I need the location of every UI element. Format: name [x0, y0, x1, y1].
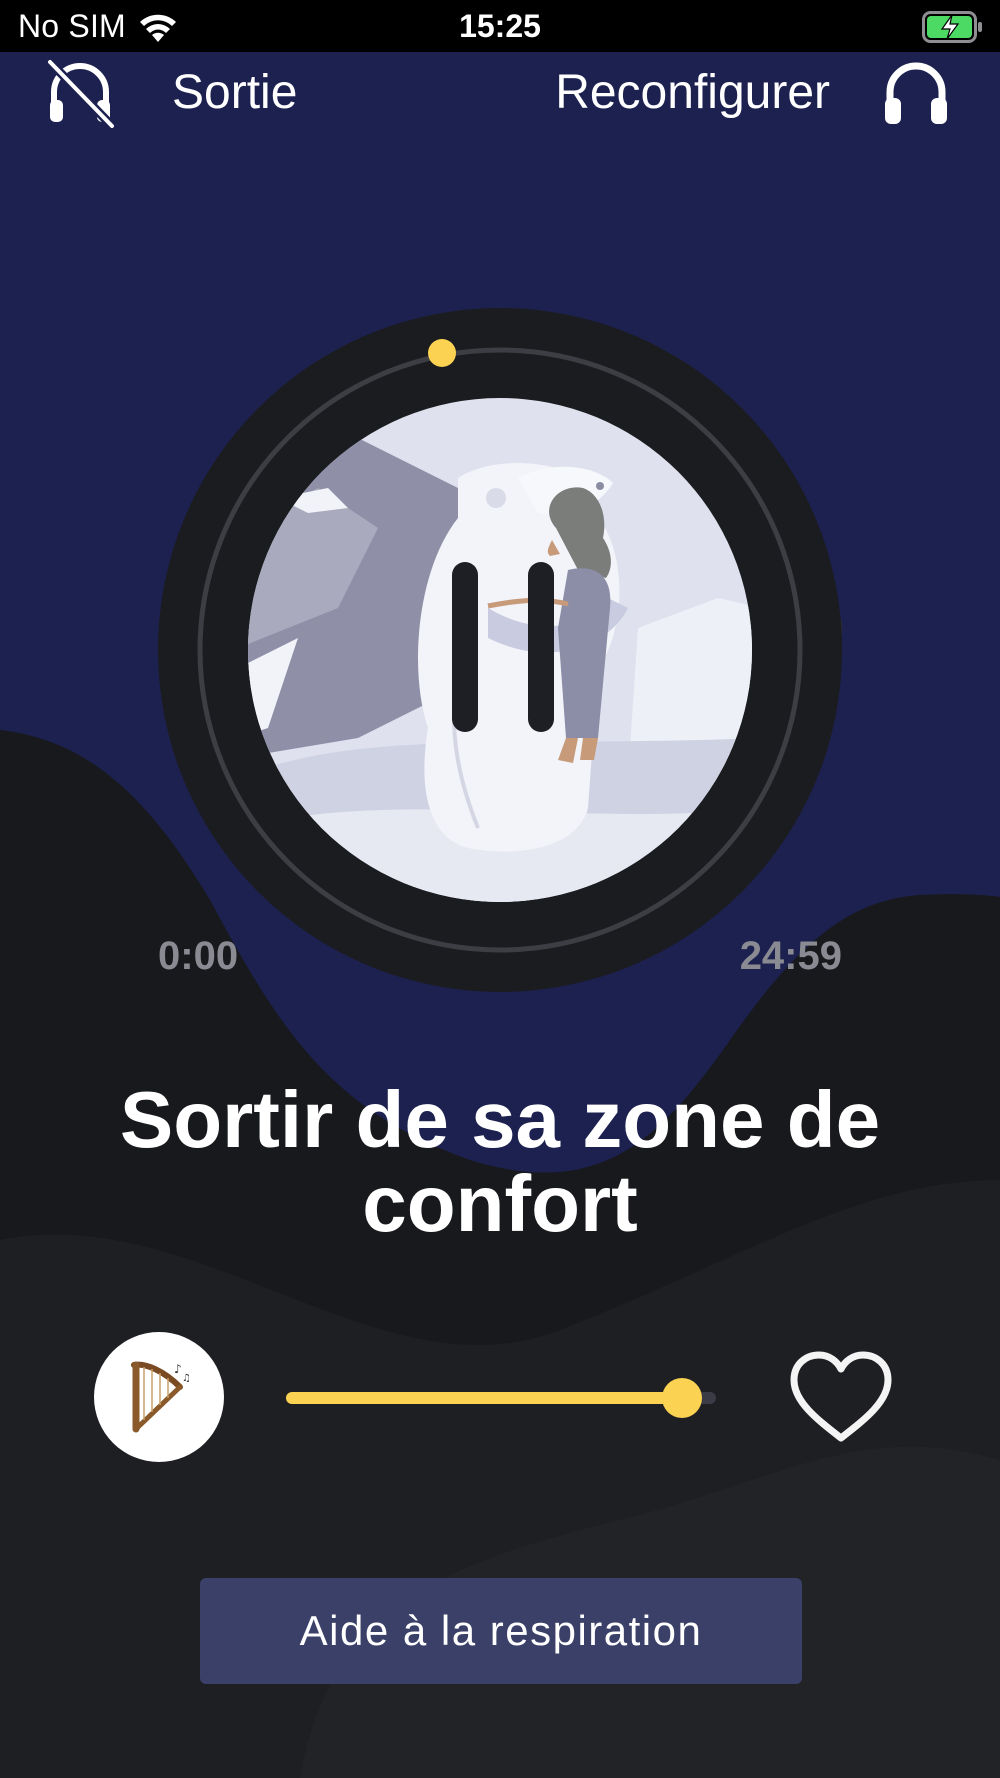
heart-outline-icon[interactable] [788, 1350, 894, 1446]
volume-slider[interactable] [286, 1376, 738, 1420]
breathing-help-button[interactable]: Aide à la respiration [200, 1578, 802, 1684]
exit-label: Sortie [172, 65, 298, 119]
harp-icon: ♪ ♫ [131, 1361, 191, 1433]
total-duration: 24:59 [739, 934, 842, 978]
pause-button[interactable] [452, 562, 554, 732]
headphones-off-icon [46, 58, 116, 128]
volume-thumb[interactable] [662, 1378, 702, 1418]
exit-button[interactable]: Sortie [44, 52, 297, 132]
svg-text:♫: ♫ [182, 1373, 191, 1384]
pause-icon-bar [528, 562, 554, 732]
svg-text:♪: ♪ [174, 1362, 182, 1376]
headphones-icon [885, 62, 947, 124]
ambience-sound-button[interactable]: ♪ ♫ [94, 1332, 224, 1462]
clock: 15:25 [459, 8, 541, 44]
reconfigure-button[interactable]: Reconfigurer [555, 52, 950, 132]
track-title: Sortir de sa zone de confort [119, 1075, 881, 1248]
status-bar: No SIM 15:25 [0, 0, 1000, 52]
volume-fill [286, 1392, 682, 1404]
pause-icon [452, 562, 478, 732]
battery-charging-icon [922, 11, 982, 43]
elapsed-time: 0:00 [158, 934, 239, 978]
player-screen: No SIM 15:25 Sortie Reconfigurer 0:00 24… [0, 0, 1000, 1778]
reconfigure-label: Reconfigurer [555, 65, 830, 119]
